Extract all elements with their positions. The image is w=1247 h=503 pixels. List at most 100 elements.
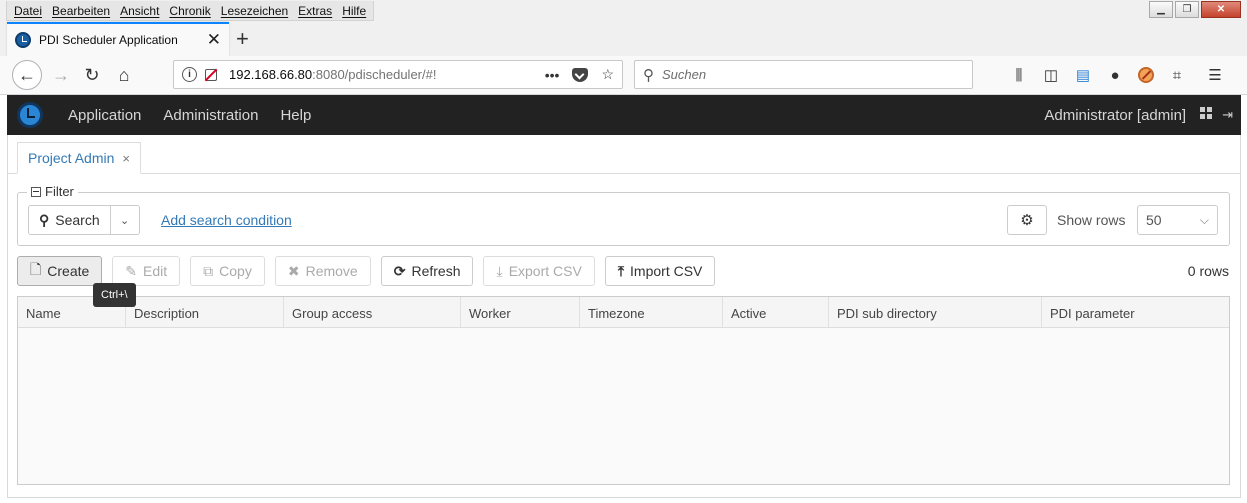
remove-button[interactable]: ✖ Remove <box>274 256 371 286</box>
rows-per-page-value: 50 <box>1146 212 1162 228</box>
insecure-lock-icon <box>205 68 217 81</box>
refresh-icon: ⟳ <box>393 262 406 279</box>
show-rows-label: Show rows <box>1057 212 1126 228</box>
rows-per-page-select[interactable]: 50 ⌵ <box>1137 205 1218 235</box>
column-header-description[interactable]: Description <box>126 297 284 327</box>
search-button[interactable]: ⚲ Search <box>29 206 111 234</box>
library-icon[interactable]: ⫼ <box>1010 66 1028 84</box>
copy-button[interactable]: ⧉ Copy <box>190 256 265 286</box>
tab-close-icon[interactable]: × <box>122 151 130 166</box>
extension-icon[interactable]: ● <box>1106 66 1124 84</box>
nav-help[interactable]: Help <box>269 107 322 124</box>
import-csv-button-label: Import CSV <box>630 263 703 279</box>
filter-legend[interactable]: Filter <box>27 184 78 199</box>
reload-icon[interactable]: ↻ <box>77 60 107 90</box>
hamburger-menu-icon[interactable]: ☰ <box>1206 66 1224 84</box>
chevron-down-icon: ⌵ <box>1199 212 1209 227</box>
add-search-condition-link[interactable]: Add search condition <box>161 212 292 228</box>
tab-close-icon[interactable]: ✕ <box>207 30 221 50</box>
menu-extras[interactable]: Extras <box>293 4 337 18</box>
column-header-timezone[interactable]: Timezone <box>580 297 723 327</box>
header-icons: ⇥ <box>1200 107 1233 123</box>
url-actions: ••• ☆ <box>545 66 614 83</box>
browser-menubar: Datei Bearbeiten Ansicht Chronik Lesezei… <box>6 1 375 21</box>
tab-title: PDI Scheduler Application <box>39 33 178 47</box>
reader-icon[interactable]: ▤ <box>1074 66 1092 84</box>
search-button-label: Search <box>55 212 100 228</box>
column-header-worker[interactable]: Worker <box>461 297 580 327</box>
edit-button-label: Edit <box>143 263 168 279</box>
tab-project-admin-label: Project Admin <box>28 150 115 166</box>
browser-tab[interactable]: PDI Scheduler Application ✕ <box>7 22 229 56</box>
refresh-button[interactable]: ⟳ Refresh <box>380 256 474 286</box>
column-header-active[interactable]: Active <box>723 297 829 327</box>
create-shortcut-tooltip: Ctrl+\ <box>93 283 136 307</box>
filter-panel: Filter ⚲ Search ⌄ Add search condition ⚙… <box>17 184 1230 246</box>
settings-button[interactable]: ⚙ <box>1007 205 1047 235</box>
app-logo-icon[interactable] <box>17 102 43 128</box>
nav-administration[interactable]: Administration <box>152 107 269 124</box>
column-header-pdi-parameter[interactable]: PDI parameter <box>1042 297 1229 327</box>
menu-chronik[interactable]: Chronik <box>164 4 215 18</box>
minimize-button[interactable]: ▁ <box>1149 1 1173 18</box>
menu-datei[interactable]: Datei <box>9 4 47 18</box>
refresh-button-label: Refresh <box>411 263 461 279</box>
import-csv-button[interactable]: ⤒ Import CSV <box>604 256 716 286</box>
menu-bearbeiten[interactable]: Bearbeiten <box>47 4 115 18</box>
page-actions-icon[interactable]: ••• <box>545 67 560 83</box>
pocket-icon[interactable] <box>572 67 589 82</box>
new-tab-icon[interactable]: + <box>236 26 249 52</box>
search-placeholder: Suchen <box>662 67 707 82</box>
clock-icon <box>15 32 31 48</box>
url-bar[interactable]: i 192.168.66.80 :8080/pdischeduler/#! ••… <box>173 60 623 89</box>
file-icon: 🗋 <box>30 261 42 277</box>
info-icon[interactable]: i <box>182 67 197 82</box>
edit-button[interactable]: ✎ Edit <box>112 256 181 286</box>
export-csv-button-label: Export CSV <box>508 263 582 279</box>
project-table: Name Description Group access Worker Tim… <box>17 296 1230 485</box>
bookmark-star-icon[interactable]: ☆ <box>601 66 614 83</box>
create-button-label: Create <box>47 263 90 279</box>
chevron-down-icon: ⌄ <box>120 214 130 227</box>
remove-icon: ✖ <box>287 262 300 279</box>
menu-lesezeichen[interactable]: Lesezeichen <box>216 4 293 18</box>
tab-divider <box>8 173 1240 174</box>
nav-application[interactable]: Application <box>57 107 152 124</box>
menu-hilfe[interactable]: Hilfe <box>337 4 371 18</box>
url-host: 192.168.66.80 <box>229 67 313 82</box>
window-close-button[interactable]: ✕ <box>1201 1 1241 18</box>
browser-toolbar-icons: ⫼ ◫ ▤ ● ⌗ ☰ <box>1010 66 1224 85</box>
filter-label: Filter <box>45 184 74 199</box>
copy-button-label: Copy <box>219 263 252 279</box>
search-button-group: ⚲ Search ⌄ <box>28 205 140 235</box>
crop-icon[interactable]: ⌗ <box>1168 66 1186 84</box>
create-button[interactable]: 🗋 Create <box>17 256 103 286</box>
blocked-extension-icon[interactable] <box>1138 67 1154 83</box>
upload-icon: ⤒ <box>617 262 625 279</box>
back-icon[interactable]: ← <box>12 60 42 90</box>
app-nav: Application Administration Help <box>57 107 322 124</box>
dashboard-grid-icon[interactable] <box>1200 107 1213 119</box>
browser-chrome: Datei Bearbeiten Ansicht Chronik Lesezei… <box>0 0 1247 95</box>
menu-ansicht[interactable]: Ansicht <box>115 4 164 18</box>
search-dropdown-button[interactable]: ⌄ <box>111 206 139 234</box>
remove-button-label: Remove <box>305 263 358 279</box>
sidebar-icon[interactable]: ◫ <box>1042 66 1060 84</box>
action-toolbar: 🗋 Create ✎ Edit ⧉ Copy ✖ Remove ⟳ Refres… <box>17 256 716 286</box>
search-bar[interactable]: ⚲ Suchen <box>634 60 973 89</box>
url-path: :8080/pdischeduler/#! <box>312 67 437 82</box>
copy-icon: ⧉ <box>203 262 214 279</box>
export-csv-button[interactable]: ⤓ Export CSV <box>483 256 595 286</box>
window-controls: ▁ ❐ ✕ <box>1149 1 1241 18</box>
column-header-group-access[interactable]: Group access <box>284 297 461 327</box>
sign-out-icon[interactable]: ⇥ <box>1222 107 1233 123</box>
user-name[interactable]: Administrator [admin] <box>1044 107 1186 124</box>
collapse-icon[interactable] <box>31 186 41 197</box>
tab-project-admin[interactable]: Project Admin × <box>17 142 141 174</box>
column-header-pdi-sub-directory[interactable]: PDI sub directory <box>829 297 1042 327</box>
forward-icon[interactable]: → <box>46 60 76 90</box>
table-header: Name Description Group access Worker Tim… <box>18 297 1229 328</box>
maximize-button[interactable]: ❐ <box>1175 1 1199 18</box>
gear-icon: ⚙ <box>1020 212 1034 229</box>
home-icon[interactable]: ⌂ <box>109 60 139 90</box>
